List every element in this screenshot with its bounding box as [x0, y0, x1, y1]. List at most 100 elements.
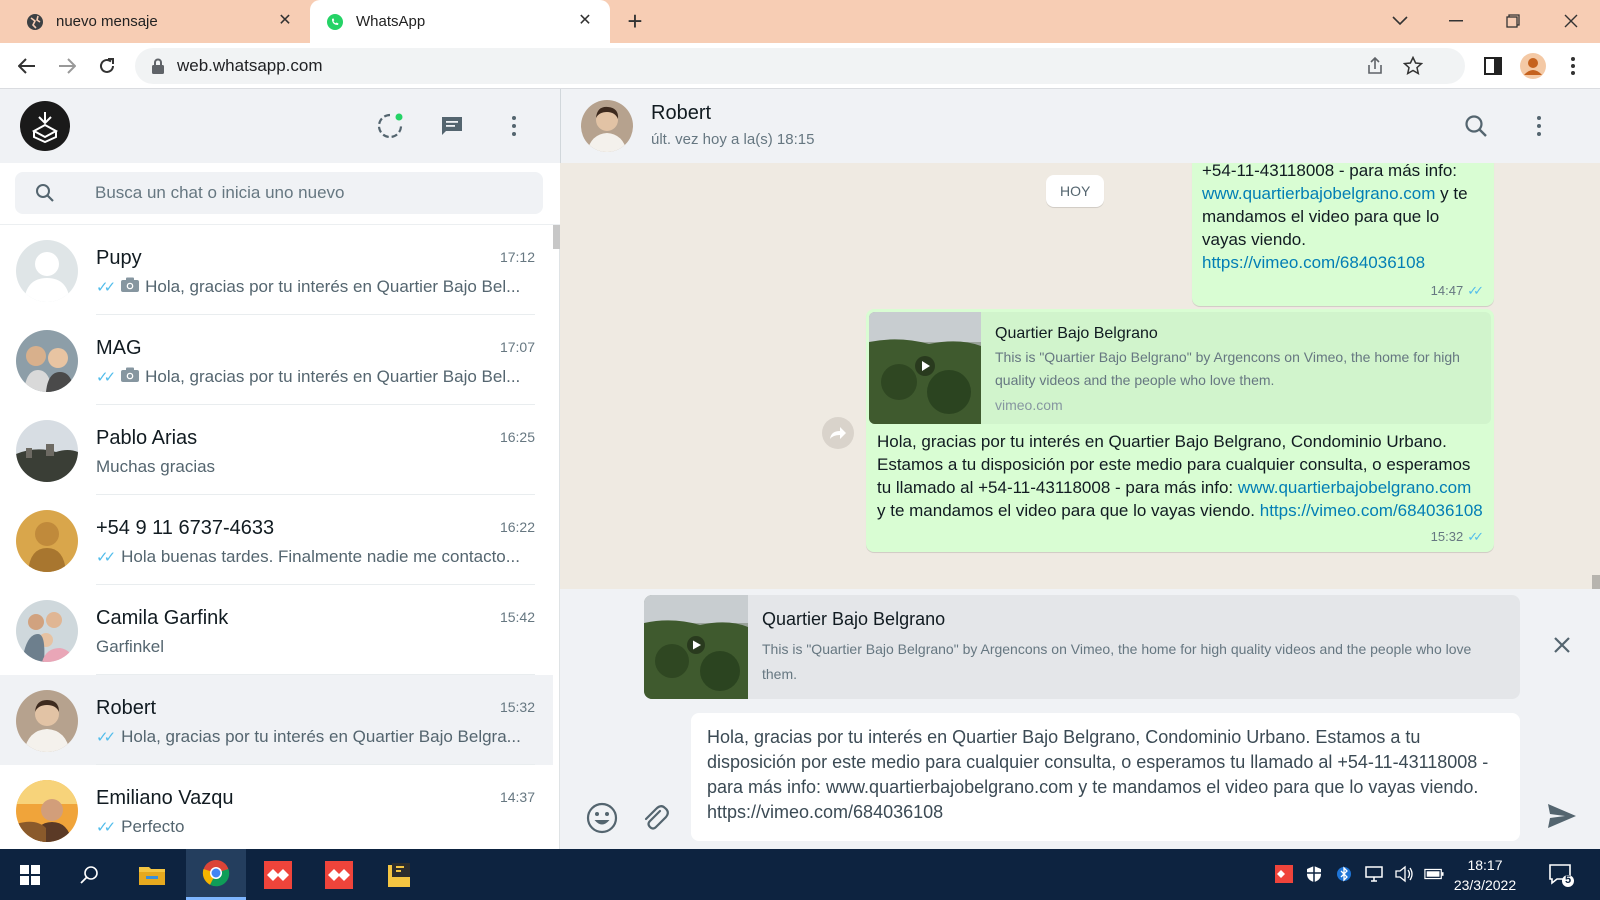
taskbar-clock[interactable]: 18:17 23/3/2022 — [1445, 855, 1525, 895]
tab-whatsapp[interactable]: WhatsApp ✕ — [310, 0, 610, 43]
close-tab-icon[interactable]: ✕ — [576, 12, 594, 30]
forward-arrow-icon[interactable] — [52, 51, 82, 81]
message-input[interactable]: Hola, gracias por tu interés en Quartier… — [691, 713, 1520, 841]
chat-preview: ✓✓ Hola, gracias por tu interés en Quarti… — [96, 367, 526, 387]
close-tab-icon[interactable]: ✕ — [276, 12, 294, 30]
chrome-taskbar-icon[interactable] — [186, 849, 246, 900]
chat-avatar — [16, 780, 78, 842]
app-folder-icon[interactable] — [370, 849, 430, 900]
chat-preview-text: Garfinkel — [96, 637, 165, 656]
address-bar-row: web.whatsapp.com — [0, 43, 1600, 89]
url-omnibox[interactable]: web.whatsapp.com — [135, 48, 1465, 84]
video-thumbnail — [644, 595, 748, 699]
website-link[interactable]: www.quartierbajobelgrano.com — [1238, 478, 1471, 497]
tab-label: WhatsApp — [356, 13, 426, 30]
conversation-menu-icon[interactable] — [1524, 111, 1554, 141]
close-window-icon[interactable] — [1556, 6, 1586, 36]
video-thumbnail[interactable] — [869, 312, 981, 424]
taskbar-search-icon[interactable] — [60, 849, 120, 900]
chat-list-item[interactable]: Pupy 17:12 ✓✓ Hola, gracias por tu interés … — [0, 225, 553, 315]
network-icon[interactable] — [1364, 864, 1384, 884]
conversation-header[interactable]: Robert últ. vez hoy a la(s) 18:15 — [560, 89, 1600, 163]
status-icon[interactable] — [375, 111, 405, 141]
vimeo-link[interactable]: https://vimeo.com/684036108 — [1202, 253, 1425, 272]
read-ticks-icon: ✓✓ — [1467, 529, 1484, 544]
tab-nuevo-mensaje[interactable]: nuevo mensaje ✕ — [10, 0, 310, 43]
chat-list-item[interactable]: Robert 15:32 ✓✓ Hola, gracias por tu interé… — [0, 675, 553, 765]
link-preview-card[interactable]: Quartier Bajo Belgrano This is "Quartier… — [869, 312, 1491, 424]
message-text: Hola, gracias por tu interés en Quartier… — [869, 424, 1491, 522]
profile-avatar-icon[interactable] — [1518, 51, 1548, 81]
contact-avatar[interactable] — [581, 100, 633, 152]
chat-preview: ✓✓ Hola buenas tardes. Finalmente nadie m… — [96, 547, 526, 567]
chat-list-item[interactable]: +54 9 11 6737-4633 16:22 ✓✓ Hola buenas tar… — [0, 495, 553, 585]
date-divider: HOY — [1046, 175, 1105, 207]
outgoing-message[interactable]: +54-11-43118008 - para más info: www.qua… — [1192, 163, 1494, 306]
forward-icon[interactable] — [822, 417, 854, 449]
my-profile-avatar[interactable] — [20, 101, 70, 151]
chat-name: Pablo Arias — [96, 427, 198, 449]
side-panel-icon[interactable] — [1478, 51, 1508, 81]
share-icon[interactable] — [1365, 56, 1385, 81]
clock-date: 23/3/2022 — [1453, 877, 1517, 893]
file-explorer-icon[interactable] — [122, 849, 182, 900]
message-text-segment: y te mandamos el video para que lo vayas… — [877, 501, 1260, 520]
chat-avatar — [16, 240, 78, 302]
link-preview-domain: vimeo.com — [995, 397, 1063, 413]
chat-list-item[interactable]: Camila Garfink 15:42 Garfinkel — [0, 585, 553, 675]
chat-preview: Muchas gracias — [96, 457, 526, 477]
search-messages-icon[interactable] — [1461, 111, 1491, 141]
read-ticks-icon: ✓✓ — [96, 549, 116, 566]
chat-preview-text: Hola buenas tardes. Finalmente nadie me … — [121, 547, 520, 566]
contact-last-seen: últ. vez hoy a la(s) 18:15 — [651, 131, 815, 148]
message-time: 14:47 — [1430, 283, 1464, 298]
windows-start-icon[interactable] — [0, 849, 60, 900]
chat-time: 17:07 — [499, 339, 535, 355]
bookmark-star-icon[interactable] — [1402, 55, 1424, 81]
clock-time: 18:17 — [1467, 857, 1503, 873]
notifications-icon[interactable]: 5 — [1548, 862, 1574, 888]
chat-time: 14:37 — [499, 789, 535, 805]
anydesk-icon[interactable] — [248, 849, 308, 900]
url-text: web.whatsapp.com — [177, 56, 323, 75]
chat-list-item[interactable]: MAG 17:07 ✓✓ Hola, gracias por tu interés e… — [0, 315, 553, 405]
reload-icon[interactable] — [92, 51, 122, 81]
chat-time: 17:12 — [499, 249, 535, 265]
anydesk-icon-2[interactable] — [309, 849, 369, 900]
back-arrow-icon[interactable] — [12, 51, 42, 81]
emoji-icon[interactable] — [585, 801, 619, 835]
outgoing-message[interactable]: Quartier Bajo Belgrano This is "Quartier… — [866, 309, 1494, 552]
chat-time: 15:42 — [499, 609, 535, 625]
search-box[interactable] — [15, 172, 543, 214]
notification-count: 5 — [1564, 874, 1572, 886]
read-ticks-icon: ✓✓ — [1467, 283, 1484, 298]
message-scrollbar[interactable] — [1592, 575, 1600, 589]
message-meta: 14:47 ✓✓ — [1431, 279, 1484, 302]
search-input[interactable] — [95, 183, 495, 203]
website-link[interactable]: www.quartierbajobelgrano.com — [1202, 184, 1435, 203]
chat-list-item[interactable]: Pablo Arias 16:25 Muchas gracias — [0, 405, 553, 495]
chat-preview-text: Hola, gracias por tu interés en Quartier… — [145, 367, 521, 386]
sidebar-menu-icon[interactable] — [499, 111, 529, 141]
new-tab-button[interactable]: + — [620, 6, 650, 36]
battery-icon[interactable] — [1424, 864, 1444, 884]
chat-time: 16:22 — [499, 519, 535, 535]
vimeo-link[interactable]: https://vimeo.com/684036108 — [1260, 501, 1483, 520]
minimize-icon[interactable] — [1441, 6, 1471, 36]
close-preview-icon[interactable] — [1550, 633, 1574, 657]
volume-icon[interactable] — [1394, 864, 1414, 884]
chat-list-pane: Pupy 17:12 ✓✓ Hola, gracias por tu interés … — [0, 89, 560, 849]
link-preview-title: Quartier Bajo Belgrano — [995, 325, 1158, 342]
composer-link-preview: Quartier Bajo Belgrano This is "Quartier… — [644, 595, 1520, 699]
chat-list-scrollbar[interactable] — [553, 225, 560, 249]
chat-list-item[interactable]: Emiliano Vazqu 14:37 ✓✓ Perfecto — [0, 765, 553, 849]
send-icon[interactable] — [1545, 799, 1579, 833]
chevron-down-icon[interactable] — [1385, 6, 1415, 36]
chrome-menu-icon[interactable] — [1558, 51, 1588, 81]
anydesk-tray-icon[interactable] — [1274, 864, 1294, 884]
new-chat-icon[interactable] — [437, 111, 467, 141]
bluetooth-icon[interactable] — [1334, 864, 1354, 884]
restore-icon[interactable] — [1498, 6, 1528, 36]
attach-icon[interactable] — [638, 801, 672, 835]
security-shield-icon[interactable] — [1304, 864, 1324, 884]
